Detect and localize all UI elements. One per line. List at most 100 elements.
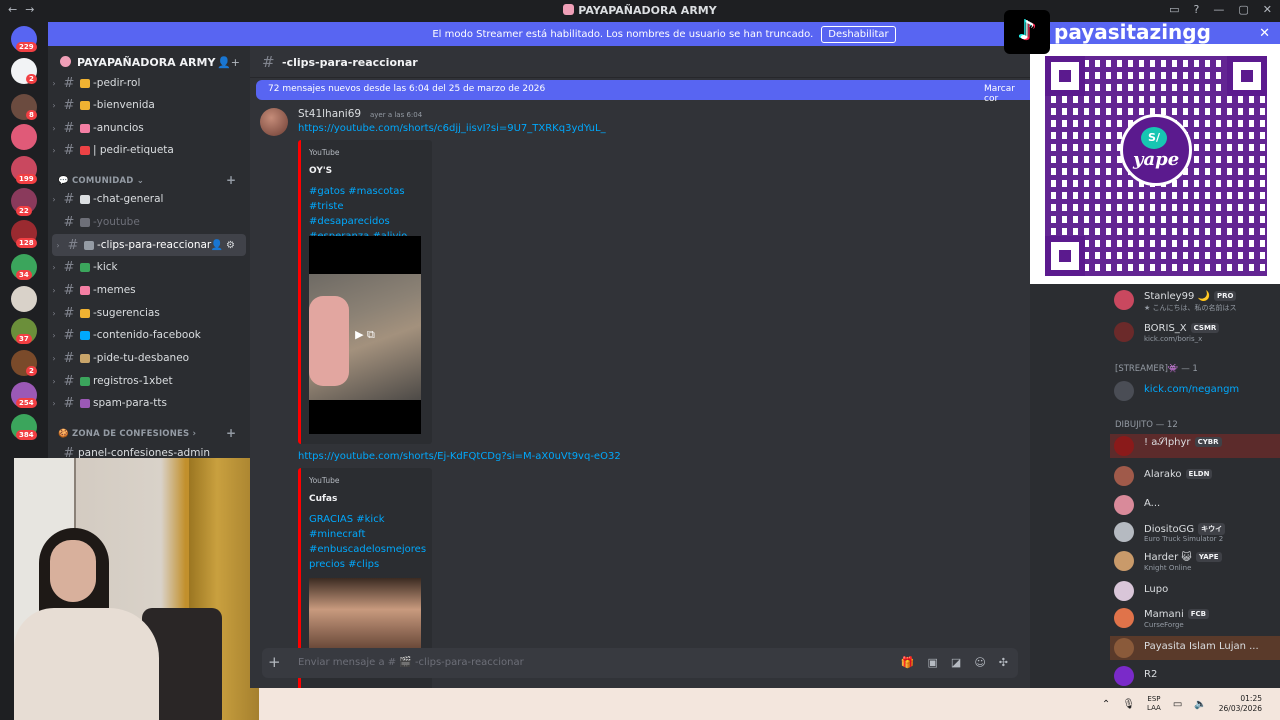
clock[interactable]: 01:25 26/03/2026 — [1219, 694, 1262, 714]
channel-item[interactable]: › # -anuncios — [48, 117, 250, 139]
embed-description[interactable]: #gatos #mascotas #triste #desaparecidos … — [309, 184, 427, 244]
volume-icon[interactable]: 🔈 — [1194, 699, 1206, 710]
tiktok-handle: payasitazingg — [1054, 20, 1211, 44]
channel-item[interactable]: › # -pedir-rol — [48, 72, 250, 94]
network-icon[interactable]: ▭ — [1173, 699, 1182, 710]
unread-badge: 2 — [26, 74, 37, 84]
server-name-dropdown[interactable]: PAYAPAÑADORA ARMY ⌄ — [60, 56, 228, 69]
hash-icon: # — [63, 191, 75, 207]
member-item[interactable]: Payasita Islam Lujan ... — [1110, 636, 1280, 660]
embed-provider[interactable]: YouTube — [309, 148, 340, 157]
channel-item[interactable]: # -youtube — [48, 211, 250, 233]
channel-emoji-icon — [80, 308, 90, 318]
channel-item[interactable]: › # -sugerencias — [48, 302, 250, 324]
unread-badge: 229 — [16, 42, 37, 52]
chevron-right-icon: › — [52, 194, 56, 204]
channel-item[interactable]: › # spam-para-tts — [48, 392, 250, 414]
member-item[interactable]: kick.com/negangm — [1110, 379, 1280, 403]
chevron-up-icon[interactable]: ⌃ — [1102, 699, 1110, 710]
play-icon[interactable]: ▶ ⧉ — [349, 328, 381, 346]
invite-icon[interactable]: 👤+ — [217, 56, 240, 69]
attach-plus-icon[interactable]: + — [268, 653, 281, 671]
hash-icon: # — [67, 237, 79, 253]
member-item[interactable]: Lupo — [1110, 579, 1280, 603]
role-tag: FCB — [1187, 609, 1210, 619]
channel-emoji-icon — [80, 330, 90, 340]
member-item[interactable]: ! a𝒮lphyr CYBR — [1110, 434, 1280, 458]
channel-item[interactable]: › # -chat-general — [48, 188, 250, 210]
message-link[interactable]: https://youtube.com/shorts/Ej-KdFQtCDg?s… — [298, 451, 621, 462]
channel-item[interactable]: › # -contenido-facebook — [48, 324, 250, 346]
avatar[interactable] — [260, 108, 288, 136]
video-thumbnail[interactable]: ▶ ⧉ — [309, 236, 421, 434]
server-icon[interactable] — [11, 124, 37, 150]
language-indicator[interactable]: ESP LAA — [1147, 695, 1161, 713]
hash-icon: # — [63, 120, 75, 136]
member-item[interactable]: A... — [1110, 493, 1280, 517]
yape-qr-overlay: S/ yape — [1030, 44, 1280, 284]
gift-icon[interactable]: 🎁 — [901, 656, 915, 669]
avatar — [1114, 522, 1134, 542]
invite-icon[interactable]: 👤 — [211, 240, 226, 251]
member-item[interactable]: DiositoGG キウイ Euro Truck Simulator 2 — [1110, 520, 1280, 544]
channel-emoji-icon — [80, 217, 90, 227]
message-input[interactable]: Enviar mensaje a # 🎬 -clips-para-reaccio… — [298, 657, 524, 668]
embed-description[interactable]: GRACIAS #kick #minecraft #enbuscadelosme… — [309, 512, 427, 572]
add-channel-icon[interactable]: + — [226, 426, 236, 440]
category-emoji-icon: 💬 — [58, 176, 69, 186]
channel-item[interactable]: › # | pedir-etiqueta — [48, 139, 250, 161]
tiktok-overlay: ♪ payasitazingg — [1004, 8, 1280, 54]
gear-icon[interactable]: ⚙ — [226, 240, 238, 251]
hash-icon: # — [63, 327, 75, 343]
apps-icon[interactable]: ✣ — [999, 656, 1008, 669]
hash-icon: # — [63, 350, 75, 366]
channel-emoji-icon — [80, 398, 90, 408]
member-item[interactable]: BORIS_X CSMR kick.com/boris_x — [1110, 320, 1280, 344]
mark-read-button[interactable]: Marcar cor — [984, 84, 1030, 104]
sticker-icon[interactable]: ◪ — [951, 656, 961, 669]
embed-provider[interactable]: YouTube — [309, 476, 340, 485]
video-thumbnail[interactable] — [309, 578, 421, 648]
microphone-icon[interactable]: 🎙 — [1122, 699, 1135, 710]
emoji-icon[interactable]: ☺ — [974, 656, 985, 669]
category-confesiones[interactable]: 🍪 ZONA DE CONFESIONES › + — [58, 426, 236, 440]
avatar — [1114, 581, 1134, 601]
embed-title[interactable]: Cufas — [309, 494, 337, 504]
message-link[interactable]: https://youtube.com/shorts/c6djj_iisvI?s… — [298, 123, 606, 134]
channel-header: # -clips-para-reaccionar — [250, 46, 1030, 78]
gif-icon[interactable]: ▣ — [928, 656, 938, 669]
disable-streamer-button[interactable]: Deshabilitar — [821, 25, 896, 43]
add-channel-icon[interactable]: + — [226, 173, 236, 187]
new-messages-bar[interactable]: 72 mensajes nuevos desde las 6:04 del 25… — [256, 80, 1030, 104]
category-comunidad[interactable]: 💬 COMUNIDAD ⌄ + — [58, 173, 236, 187]
channel-actions: 👤⚙ — [211, 240, 238, 251]
webcam-overlay — [14, 458, 259, 720]
avatar — [1114, 322, 1134, 342]
hash-icon: # — [63, 214, 75, 230]
role-tag: ELDN — [1185, 469, 1213, 479]
channel-item[interactable]: › # -kick — [48, 256, 250, 278]
chevron-right-icon: › — [52, 376, 56, 386]
member-item[interactable]: Alarako ELDN — [1110, 464, 1280, 488]
message-author[interactable]: St41lhani69 — [298, 108, 361, 120]
embed-title[interactable]: OY'S — [309, 166, 332, 176]
channel-emoji-icon — [80, 123, 90, 133]
qr-finder — [1227, 56, 1267, 96]
member-item[interactable]: Stanley99 🌙 PRO ★ こんにちは、私の名前はス — [1110, 288, 1280, 312]
channel-item[interactable]: › # -pide-tu-desbaneo — [48, 347, 250, 369]
hash-icon: # — [63, 75, 75, 91]
member-item[interactable]: Harder 😺 YAPE Knight Online — [1110, 549, 1280, 573]
channel-item-active[interactable]: › # -clips-para-reaccionar 👤⚙ — [52, 234, 246, 256]
composer-tools: 🎁 ▣ ◪ ☺ ✣ — [901, 656, 1008, 669]
message-composer[interactable]: + Enviar mensaje a # 🎬 -clips-para-reacc… — [262, 648, 1018, 678]
member-item[interactable]: Mamani FCB CurseForge — [1110, 606, 1280, 630]
chevron-right-icon: › — [52, 398, 56, 408]
channel-item[interactable]: › # registros-1xbet — [48, 370, 250, 392]
member-item[interactable]: R2 — [1110, 664, 1280, 688]
channel-item[interactable]: › # -bienvenida — [48, 94, 250, 116]
channel-item[interactable]: › # -memes — [48, 279, 250, 301]
avatar — [1114, 290, 1134, 310]
server-icon[interactable] — [11, 286, 37, 312]
qr-finder — [1045, 236, 1085, 276]
unread-badge: 37 — [16, 334, 32, 344]
